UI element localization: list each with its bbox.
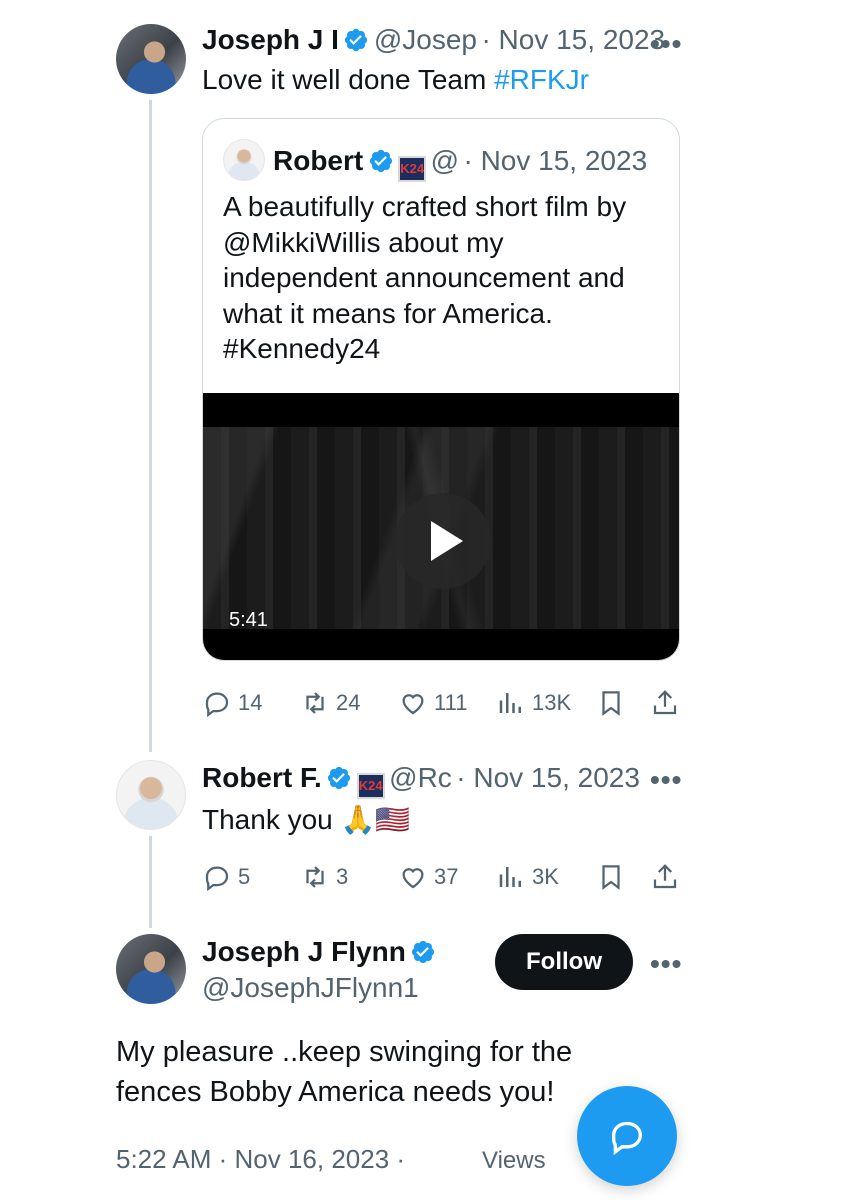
quoted-tweet-text: A beautifully crafted short film by @Mik…	[223, 189, 673, 367]
author-name[interactable]: Robert F.	[202, 762, 322, 793]
tweet-date[interactable]: · Nov 15, 2023	[481, 24, 665, 55]
thread-line	[149, 836, 152, 928]
tweet-text: Thank you 🙏🇺🇸	[202, 804, 411, 835]
views-label: Views	[482, 1147, 546, 1174]
tweet-header: Robert F. K24 @Rc · Nov 15, 2023	[202, 762, 640, 799]
verified-badge-icon	[328, 766, 351, 790]
analytics-icon	[499, 867, 521, 887]
bookmark-button[interactable]	[596, 688, 626, 718]
repost-icon	[306, 692, 324, 714]
share-button[interactable]	[650, 862, 680, 892]
avatar[interactable]	[116, 24, 186, 94]
text-line: #Kennedy24	[223, 333, 381, 364]
text-line: fences Bobby America needs you!	[116, 1076, 555, 1108]
author-handle: @	[430, 145, 460, 176]
avatar[interactable]	[116, 934, 186, 1004]
repost-count: 24	[336, 690, 361, 715]
author-handle[interactable]: @JosephJFlynn1	[202, 972, 436, 1004]
more-options-icon[interactable]: •••	[650, 764, 682, 796]
view-count: 3K	[532, 864, 559, 889]
tweet-timestamp[interactable]: 5:22 AM · Nov 16, 2023 ·	[116, 1144, 405, 1175]
bookmark-button[interactable]	[596, 862, 626, 892]
affiliate-badge: K24	[398, 156, 427, 182]
reply-count: 5	[238, 864, 251, 889]
text-line: @MikkiWillis about my	[223, 226, 504, 258]
verified-badge-icon	[369, 149, 392, 173]
compose-reply-button[interactable]	[577, 1086, 677, 1186]
views-button[interactable]: 3K	[496, 862, 559, 892]
text-line: what it means for America.	[223, 297, 553, 329]
share-button[interactable]	[650, 688, 680, 718]
reply-count: 14	[238, 690, 263, 715]
view-count: 13K	[532, 690, 572, 715]
verified-badge-icon	[345, 28, 368, 52]
reply-icon	[205, 692, 229, 718]
like-count: 111	[434, 690, 468, 715]
analytics-icon	[499, 693, 521, 713]
reply-button[interactable]: 14	[202, 688, 262, 718]
hashtag-link[interactable]: #RFKJr	[494, 64, 589, 95]
tweet-text: Love it well done Team #RFKJr	[202, 62, 589, 98]
tweet-date: · Nov 15, 2023	[463, 145, 648, 176]
more-options-icon[interactable]: •••	[650, 948, 682, 980]
heart-icon	[402, 868, 424, 889]
author-handle[interactable]: @Josep	[374, 24, 477, 55]
quoted-tweet-card[interactable]: Robert K24 @ · Nov 15, 2023 A beautifull…	[202, 118, 680, 661]
main-author: Joseph J Flynn @JosephJFlynn1	[202, 936, 436, 1004]
main-tweet-text: My pleasure ..keep swinging for the fenc…	[116, 1032, 572, 1112]
like-count: 37	[434, 864, 459, 889]
more-options-icon[interactable]: •••	[650, 28, 682, 60]
author-name: Robert	[273, 145, 364, 176]
follow-button[interactable]: Follow	[495, 934, 633, 990]
author-name[interactable]: Joseph J Flynn	[202, 936, 406, 967]
share-icon	[653, 690, 677, 715]
text-line: independent announcement and	[223, 262, 625, 293]
repost-icon	[306, 866, 324, 888]
video-player[interactable]: 5:41	[203, 393, 679, 660]
author-name[interactable]: Joseph J I	[202, 24, 339, 55]
bookmark-icon	[602, 865, 620, 890]
chat-bubble-icon	[612, 1121, 643, 1156]
share-icon	[653, 864, 677, 889]
text-line: A beautifully crafted short film by	[223, 191, 627, 222]
quoted-tweet-header: Robert K24 @ · Nov 15, 2023	[273, 145, 647, 182]
tweet-header: Joseph J I @Josep · Nov 15, 2023	[202, 24, 665, 56]
avatar	[223, 139, 265, 181]
views-button[interactable]: 13K	[496, 688, 571, 718]
play-icon[interactable]	[395, 493, 491, 589]
thread-line	[149, 100, 152, 752]
bookmark-icon	[602, 691, 620, 716]
repost-button[interactable]: 3	[300, 862, 348, 892]
text-line: My pleasure ..keep swinging for the	[116, 1036, 573, 1068]
heart-icon	[402, 694, 424, 715]
affiliate-badge: K24	[356, 773, 385, 799]
video-duration: 5:41	[229, 609, 268, 631]
verified-badge-icon	[412, 940, 435, 964]
tweet-date[interactable]: · Nov 15, 2023	[456, 762, 640, 793]
author-handle[interactable]: @Rc	[389, 762, 452, 793]
reply-button[interactable]: 5	[202, 862, 250, 892]
repost-count: 3	[336, 864, 349, 889]
like-button[interactable]: 111	[398, 688, 467, 718]
tweet-text-plain: Love it well done Team	[202, 64, 495, 95]
repost-button[interactable]: 24	[300, 688, 360, 718]
avatar[interactable]	[116, 760, 186, 830]
reply-icon	[205, 866, 229, 892]
like-button[interactable]: 37	[398, 862, 458, 892]
